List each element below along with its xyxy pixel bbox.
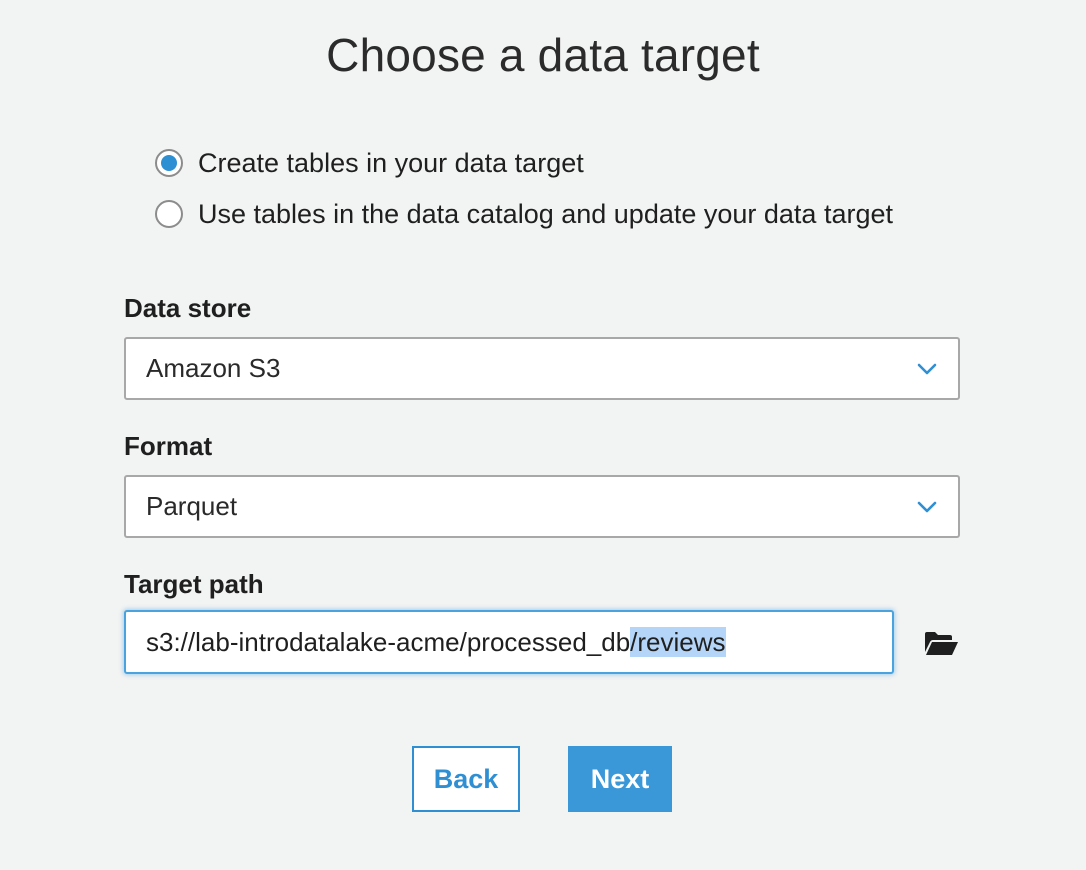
chevron-down-icon bbox=[917, 501, 937, 513]
page-title: Choose a data target bbox=[326, 29, 760, 81]
radio-option-create-tables[interactable]: Create tables in your data target bbox=[155, 146, 584, 180]
target-path-value: s3://lab-introdatalake-acme/processed_db… bbox=[146, 626, 726, 658]
next-button[interactable]: Next bbox=[568, 746, 672, 812]
radio-label-create-tables: Create tables in your data target bbox=[198, 147, 584, 178]
back-button[interactable]: Back bbox=[412, 746, 520, 812]
data-store-label: Data store bbox=[124, 293, 252, 323]
format-select[interactable]: Parquet bbox=[124, 475, 960, 538]
target-path-label: Target path bbox=[124, 569, 264, 599]
chevron-down-icon bbox=[917, 363, 937, 375]
folder-open-icon[interactable] bbox=[923, 628, 959, 658]
target-path-input[interactable]: s3://lab-introdatalake-acme/processed_db… bbox=[124, 610, 894, 674]
target-path-selected-text: /reviews bbox=[630, 626, 726, 657]
target-path-prefix: s3://lab-introdatalake-acme/processed_db bbox=[146, 626, 631, 657]
radio-option-use-catalog-tables[interactable]: Use tables in the data catalog and updat… bbox=[155, 197, 893, 231]
radio-button-create-tables[interactable] bbox=[155, 149, 183, 177]
format-label: Format bbox=[124, 431, 213, 461]
radio-label-use-catalog-tables: Use tables in the data catalog and updat… bbox=[198, 198, 893, 229]
format-value: Parquet bbox=[146, 491, 238, 521]
data-store-select[interactable]: Amazon S3 bbox=[124, 337, 960, 400]
radio-button-use-catalog-tables[interactable] bbox=[155, 200, 183, 228]
data-store-value: Amazon S3 bbox=[146, 353, 281, 383]
